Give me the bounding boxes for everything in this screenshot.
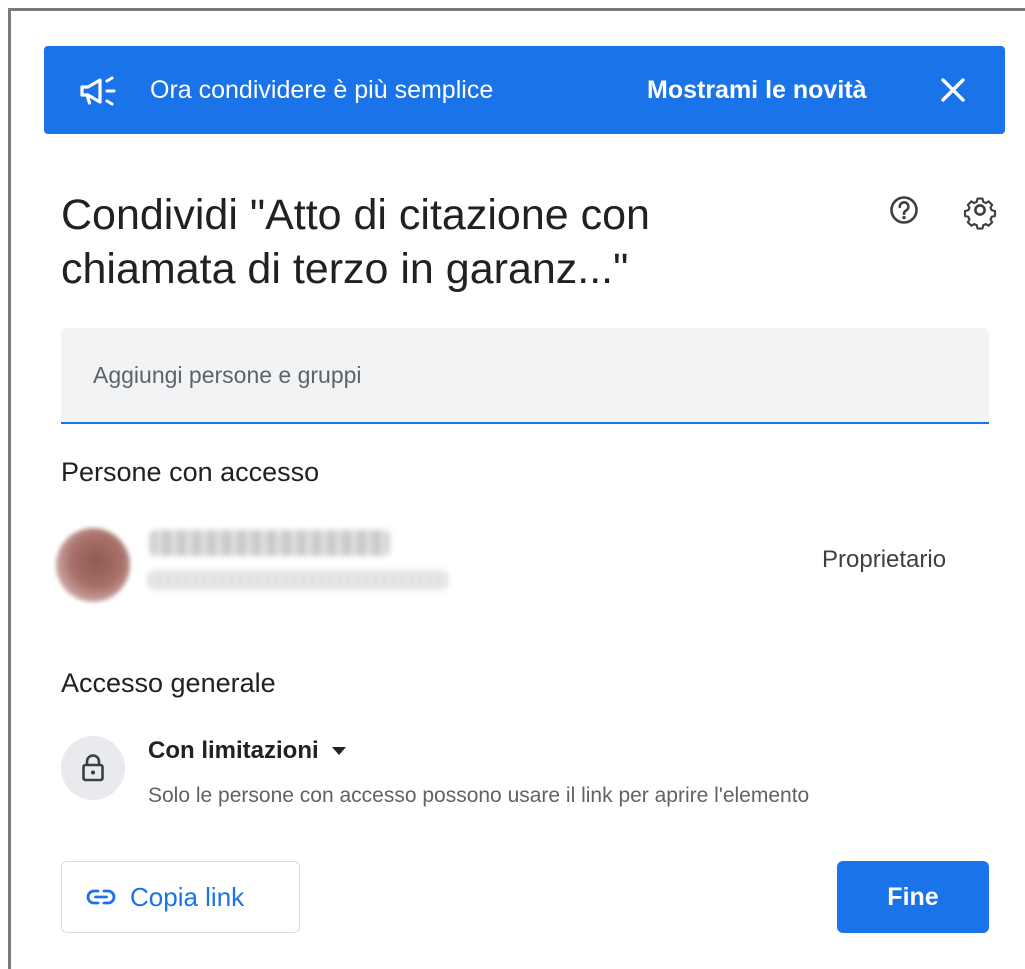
copy-link-label: Copia link xyxy=(130,881,245,912)
copy-link-button[interactable]: Copia link xyxy=(61,861,300,933)
add-people-field[interactable] xyxy=(61,328,989,424)
dialog-title: Condividi "Atto di citazione con chiamat… xyxy=(61,191,650,293)
lock-icon xyxy=(82,754,104,782)
people-with-access-heading: Persone con accesso xyxy=(61,457,320,487)
help-icon[interactable] xyxy=(884,190,924,230)
add-people-input[interactable] xyxy=(61,328,989,422)
general-access-heading: Accesso generale xyxy=(61,668,276,698)
person-role: Proprietario xyxy=(822,546,947,573)
done-button[interactable]: Fine xyxy=(837,861,989,933)
general-access-selected: Con limitazioni xyxy=(148,737,319,764)
gear-icon[interactable] xyxy=(960,190,1000,230)
show-whats-new-link[interactable]: Mostrami le novità xyxy=(647,74,867,106)
general-access-dropdown[interactable]: Con limitazioni xyxy=(148,735,347,767)
close-icon[interactable] xyxy=(937,74,969,106)
caret-down-icon xyxy=(331,747,346,755)
avatar[interactable] xyxy=(56,528,130,602)
banner-message: Ora condividere è più semplice xyxy=(150,76,494,104)
general-access-description: Solo le persone con accesso possono usar… xyxy=(148,784,810,807)
person-name-redacted xyxy=(150,530,390,556)
megaphone-icon xyxy=(80,76,116,106)
person-email-redacted xyxy=(148,570,448,590)
whats-new-banner: Ora condividere è più semplice Mostrami … xyxy=(44,46,1005,134)
link-icon xyxy=(86,889,116,905)
lock-icon-container xyxy=(61,736,125,800)
